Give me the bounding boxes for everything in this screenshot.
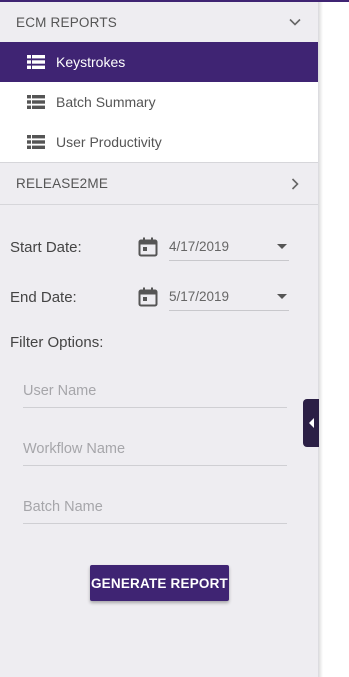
ecm-reports-menu: Keystrokes Batch Summary User Productivi… [0, 42, 318, 162]
sidebar-collapse-toggle[interactable] [303, 399, 319, 447]
content-pane [319, 2, 349, 677]
calendar-icon[interactable] [138, 237, 158, 257]
end-date-label: End Date: [10, 288, 77, 306]
ecm-reports-title: ECM REPORTS [16, 14, 117, 30]
menu-item-label: Keystrokes [56, 54, 126, 70]
workflow-name-input[interactable] [23, 433, 287, 466]
release2me-header[interactable]: RELEASE2ME [0, 163, 318, 204]
menu-item-keystrokes[interactable]: Keystrokes [0, 42, 318, 82]
generate-button-wrap: GENERATE REPORT [90, 565, 229, 601]
end-date-field[interactable]: 5/17/2019 [169, 283, 289, 311]
user-name-input[interactable] [23, 375, 287, 408]
start-date-row: Start Date: 4/17/2019 [10, 222, 318, 272]
list-icon [27, 55, 45, 69]
list-icon [27, 95, 45, 109]
end-date-value: 5/17/2019 [169, 289, 230, 304]
reports-sidebar: ECM REPORTS Keystrokes Batch Summary Use… [0, 2, 319, 677]
pane-shadow [319, 2, 323, 677]
batch-name-input[interactable] [23, 491, 287, 524]
menu-item-label: Batch Summary [56, 94, 156, 110]
start-date-label: Start Date: [10, 238, 82, 256]
ecm-reports-header[interactable]: ECM REPORTS [0, 2, 318, 42]
menu-item-label: User Productivity [56, 134, 162, 150]
menu-item-user-productivity[interactable]: User Productivity [0, 122, 318, 162]
filter-options-label: Filter Options: [10, 334, 104, 351]
report-filter-form: Start Date: 4/17/2019 End Date: 5/17/201… [0, 205, 318, 524]
generate-report-button[interactable]: GENERATE REPORT [90, 565, 229, 601]
arrow-left-icon [308, 418, 314, 428]
start-date-field[interactable]: 4/17/2019 [169, 233, 289, 261]
chevron-right-icon [291, 177, 299, 190]
release2me-title: RELEASE2ME [16, 176, 109, 191]
end-date-row: End Date: 5/17/2019 [10, 272, 318, 322]
list-icon [27, 135, 45, 149]
calendar-icon[interactable] [138, 287, 158, 307]
dropdown-caret-icon [277, 294, 287, 299]
start-date-value: 4/17/2019 [169, 239, 230, 254]
dropdown-caret-icon [277, 244, 287, 249]
chevron-down-icon [289, 18, 301, 26]
menu-item-batch-summary[interactable]: Batch Summary [0, 82, 318, 122]
